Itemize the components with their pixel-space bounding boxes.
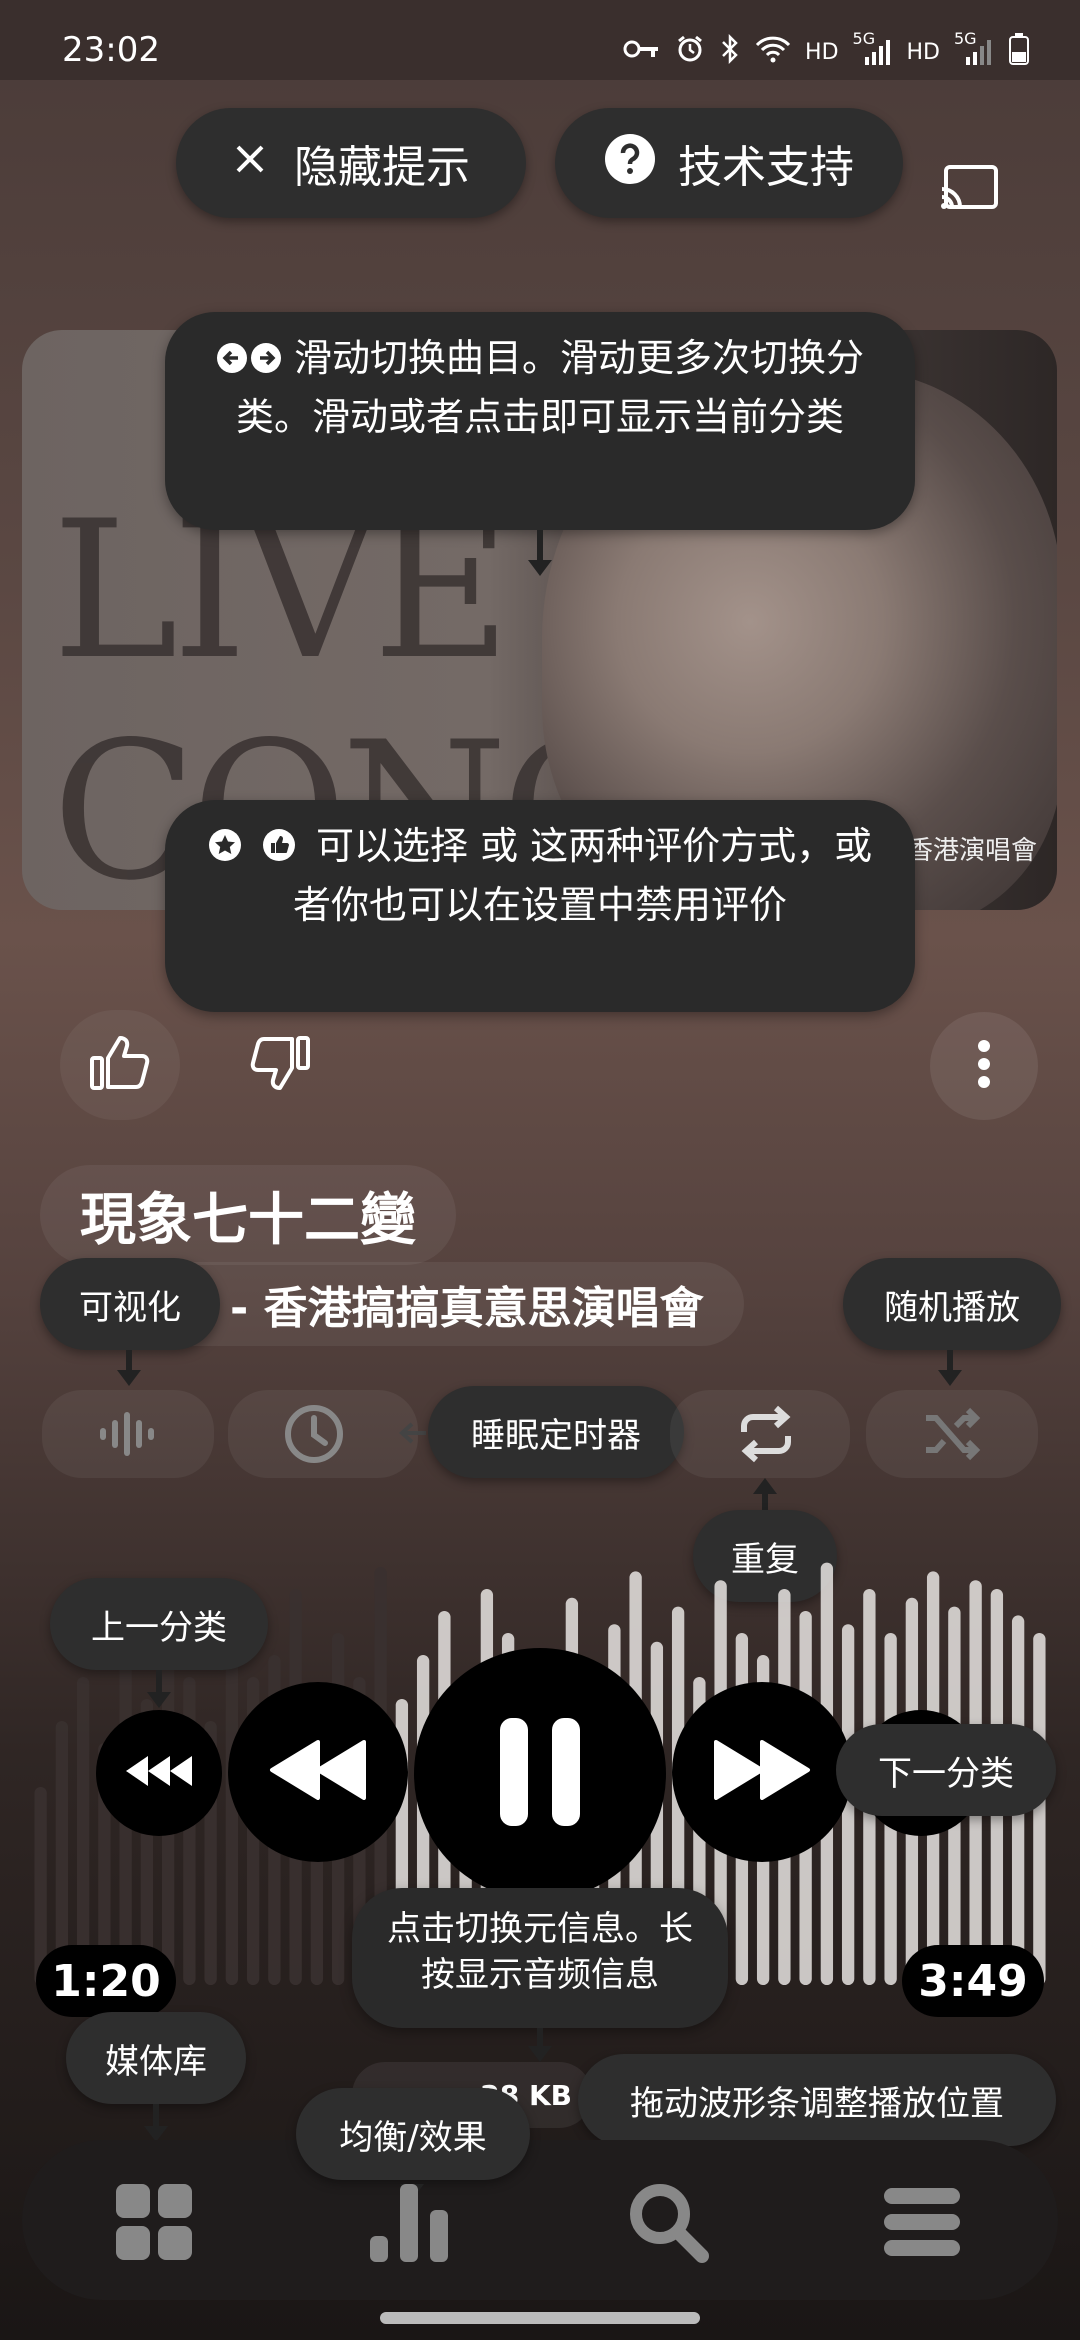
total-duration: 3:49 — [902, 1945, 1044, 2017]
vpn-key-icon — [623, 38, 661, 66]
bluetooth-icon — [719, 33, 741, 70]
shuffle-tip-label: 随机播放 — [884, 1287, 1020, 1328]
grid-icon — [112, 2184, 196, 2268]
shuffle-tip-arrowhead — [938, 1370, 962, 1386]
net-label-2: 5G — [852, 29, 876, 48]
rating-tip-text: 可以选择 或 这两种评价方式，或者你也可以在设置中禁用评价 — [292, 824, 873, 927]
drag-waveform-tip: 拖动波形条调整播放位置 — [578, 2054, 1056, 2146]
elapsed-time-label: 1:20 — [51, 1955, 161, 2007]
visualize-tip-arrow — [126, 1350, 132, 1372]
status-bar: 23:02 HD 5G HD 5G — [0, 0, 1080, 80]
cast-button[interactable] — [930, 155, 1010, 225]
queue-menu-button[interactable] — [880, 2180, 970, 2270]
previous-track-button[interactable] — [228, 1682, 408, 1862]
next-category-tip: 下一分类 — [836, 1724, 1056, 1816]
help-icon — [604, 133, 656, 194]
shuffle-tip: 随机播放 — [843, 1258, 1061, 1350]
status-icons: HD 5G HD 5G — [623, 29, 1030, 72]
clock-icon — [282, 1402, 346, 1470]
wifi-icon — [755, 35, 791, 69]
signal-5g-icon-1: 5G — [853, 29, 893, 67]
swipe-tip-arrow — [537, 530, 543, 560]
net-label-3: HD — [906, 39, 940, 65]
status-time: 23:02 — [62, 30, 160, 70]
hide-tips-label: 隐藏提示 — [294, 142, 470, 193]
sleep-timer-tip-arrow-icon — [398, 1418, 428, 1452]
metadata-tip-arrow — [537, 2028, 543, 2048]
album-cover-subtitle: 香港演唱會 — [906, 836, 1037, 866]
metadata-tip-text: 点击切换元信息。长按显示音频信息 — [387, 1909, 693, 1995]
search-button[interactable] — [626, 2180, 716, 2270]
repeat-tip-arrow — [762, 1492, 768, 1510]
tech-support-label: 技术支持 — [678, 142, 854, 193]
library-button[interactable] — [112, 2180, 202, 2270]
swipe-left-right-icon — [216, 333, 282, 389]
visualize-tip-arrowhead — [117, 1370, 141, 1386]
prev-category-tip-arrowhead — [147, 1692, 171, 1708]
swipe-tip-text: 滑动切换曲目。滑动更多次切换分类。滑动或者点击即可显示当前分类 — [235, 336, 865, 439]
total-duration-label: 3:49 — [918, 1955, 1028, 2007]
search-icon — [626, 2184, 710, 2268]
thumbs-down-button[interactable] — [220, 1010, 340, 1120]
signal-5g-icon-2: 5G — [954, 29, 994, 67]
metadata-tip: 点击切换元信息。长按显示音频信息 — [352, 1888, 728, 2028]
track-album-wrap[interactable]: - 香港搞搞真意思演唱會 — [150, 1262, 744, 1346]
track-title: 現象七十二變 — [80, 1187, 416, 1253]
prev-category-tip: 上一分类 — [50, 1578, 268, 1670]
equalizer-tip-label: 均衡/效果 — [339, 2117, 487, 2158]
next-track-button[interactable] — [672, 1682, 852, 1862]
shuffle-tip-arrow — [947, 1350, 953, 1372]
shuffle-icon — [922, 1404, 982, 1468]
waveform-icon — [98, 1410, 160, 1462]
elapsed-time: 1:20 — [36, 1945, 176, 2017]
equalizer-icon — [366, 2184, 456, 2268]
close-icon — [232, 141, 268, 186]
library-tip-label: 媒体库 — [105, 2041, 207, 2082]
library-tip-arrow — [153, 2104, 159, 2126]
thumb-rating-icon — [262, 821, 296, 877]
drag-waveform-tip-label: 拖动波形条调整播放位置 — [630, 2083, 1004, 2124]
rating-tip: 可以选择 或 这两种评价方式，或者你也可以在设置中禁用评价 — [165, 800, 915, 1012]
visualize-tip-label: 可视化 — [79, 1287, 181, 1328]
swipe-tip-arrowhead — [528, 560, 552, 576]
net-label-1: HD — [805, 39, 839, 65]
equalizer-tip: 均衡/效果 — [296, 2088, 530, 2180]
more-options-button[interactable] — [930, 1012, 1038, 1120]
thumbs-down-icon — [248, 1034, 312, 1096]
more-vert-icon — [977, 1039, 991, 1093]
sleep-timer-tip: 睡眠定时器 — [428, 1386, 684, 1478]
swipe-tip: 滑动切换曲目。滑动更多次切换分类。滑动或者点击即可显示当前分类 — [165, 312, 915, 530]
track-album: - 香港搞搞真意思演唱會 — [230, 1283, 704, 1334]
thumbs-up-icon — [88, 1034, 152, 1096]
waveform-bar[interactable] — [76, 1677, 90, 1985]
prev-category-tip-label: 上一分类 — [91, 1607, 227, 1648]
prev-category-button[interactable] — [96, 1710, 222, 1836]
prev-category-tip-arrow — [156, 1670, 162, 1692]
skip-back-far-icon — [124, 1754, 194, 1792]
waveform-bar[interactable] — [1033, 1633, 1046, 1985]
alarm-icon — [675, 34, 705, 70]
track-title-wrap[interactable]: 現象七十二變 — [40, 1165, 456, 1265]
cast-icon — [940, 163, 1000, 217]
fast-forward-icon — [712, 1740, 812, 1804]
thumbs-up-button[interactable] — [60, 1010, 180, 1120]
library-tip: 媒体库 — [66, 2012, 246, 2104]
menu-icon — [880, 2188, 964, 2268]
repeat-icon — [734, 1402, 798, 1470]
hide-tips-button[interactable]: 隐藏提示 — [176, 108, 526, 218]
battery-icon — [1008, 32, 1030, 72]
star-rating-icon — [208, 821, 242, 877]
sleep-timer-tip-label: 睡眠定时器 — [471, 1415, 641, 1456]
net-label-4: 5G — [954, 29, 977, 48]
metadata-tip-arrowhead — [528, 2046, 552, 2062]
rewind-icon — [268, 1740, 368, 1804]
visualize-tip: 可视化 — [40, 1258, 220, 1350]
next-category-tip-label: 下一分类 — [878, 1753, 1014, 1794]
tech-support-button[interactable]: 技术支持 — [555, 108, 903, 218]
play-pause-button[interactable] — [414, 1648, 666, 1900]
pause-icon — [498, 1716, 582, 1832]
equalizer-button[interactable] — [366, 2180, 456, 2270]
gesture-home-bar[interactable] — [380, 2312, 700, 2324]
